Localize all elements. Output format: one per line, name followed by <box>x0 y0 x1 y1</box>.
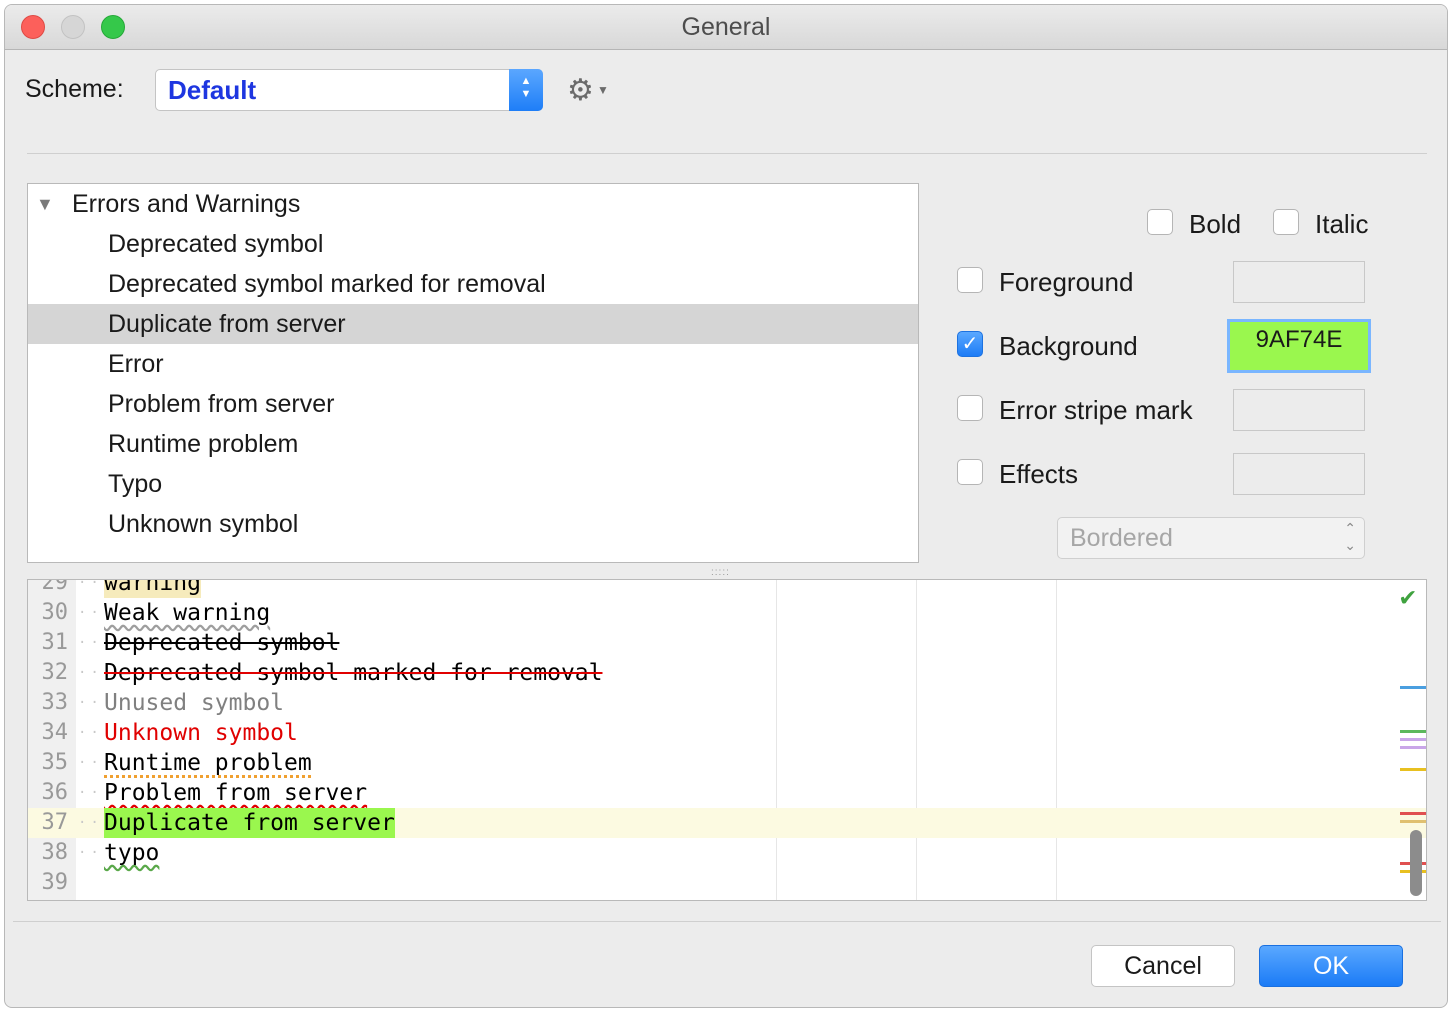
tree-item[interactable]: Runtime problem <box>28 424 918 464</box>
triangle-down-icon[interactable]: ▼ <box>36 184 54 224</box>
settings-dialog: General Scheme: Default ▲ ▼ ⚙ ▼ ▼ Errors … <box>4 4 1448 1008</box>
error-stripe-checkbox[interactable] <box>957 395 983 421</box>
code-line: 31 ·· Deprecated symbol <box>41 630 340 656</box>
window-title: General <box>681 13 771 41</box>
foreground-color-box[interactable] <box>1233 261 1365 303</box>
error-stripe-mark[interactable] <box>1400 812 1426 815</box>
code-line: 34 ·· Unknown symbol <box>41 720 298 746</box>
updown-arrows-icon: ⌃ ⌄ <box>1344 520 1356 553</box>
tree-group-errors-warnings[interactable]: ▼ Errors and Warnings <box>28 184 918 224</box>
tree-item-selected[interactable]: Duplicate from server <box>28 304 918 344</box>
code-line: 38 ·· typo <box>41 840 160 866</box>
foreground-checkbox[interactable] <box>957 267 983 293</box>
attribute-tree: ▼ Errors and Warnings Deprecated symbol … <box>27 183 919 563</box>
splitter-handle[interactable]: ::::: <box>711 567 730 578</box>
effects-label: Effects <box>999 459 1079 489</box>
effects-checkbox[interactable] <box>957 459 983 485</box>
ok-button[interactable]: OK <box>1259 945 1403 987</box>
gear-icon[interactable]: ⚙ <box>567 73 594 108</box>
background-color-box[interactable]: 9AF74E <box>1227 319 1371 373</box>
error-stripe-mark[interactable] <box>1400 746 1426 749</box>
error-stripe-mark[interactable] <box>1400 730 1426 733</box>
check-icon[interactable]: ✔ <box>1400 582 1416 612</box>
divider <box>27 153 1427 154</box>
effects-color-box[interactable] <box>1233 453 1365 495</box>
code-line: 36 ·· Problem from server <box>41 780 368 806</box>
background-label: Background <box>999 331 1138 361</box>
effect-type-select[interactable]: Bordered ⌃ ⌄ <box>1057 517 1365 559</box>
code-line: 39 <box>41 870 69 895</box>
error-stripe-mark[interactable] <box>1400 738 1426 741</box>
foreground-label: Foreground <box>999 267 1134 297</box>
bold-checkbox[interactable] <box>1147 209 1173 235</box>
code-line: 29 ·· warning <box>28 580 1426 598</box>
italic-label: Italic <box>1315 209 1369 239</box>
code-line: 32 ·· Deprecated symbol marked for remov… <box>41 660 603 686</box>
error-stripe-color-box[interactable] <box>1233 389 1365 431</box>
error-stripe-mark[interactable] <box>1400 686 1426 689</box>
scheme-select[interactable]: Default ▲ ▼ <box>155 69 543 111</box>
title-bar: General <box>5 5 1447 50</box>
scrollbar-thumb[interactable] <box>1410 830 1422 896</box>
tree-item[interactable]: Typo <box>28 464 918 504</box>
tree-item[interactable]: Deprecated symbol <box>28 224 918 264</box>
error-stripe-label: Error stripe mark <box>999 395 1193 425</box>
scheme-value: Default <box>168 75 257 105</box>
checkmark-icon: ✓ <box>961 333 979 355</box>
caret-down-icon[interactable]: ▼ <box>597 83 609 97</box>
background-checkbox[interactable]: ✓ <box>957 331 983 357</box>
bold-label: Bold <box>1189 209 1242 239</box>
tree-item[interactable]: Error <box>28 344 918 384</box>
tree-item[interactable]: Problem from server <box>28 384 918 424</box>
updown-arrows-icon: ▲ ▼ <box>509 69 543 111</box>
tree-item[interactable]: Deprecated symbol marked for removal <box>28 264 918 304</box>
divider <box>13 921 1441 922</box>
scheme-label: Scheme: <box>25 75 124 103</box>
code-line: 35 ·· Runtime problem <box>41 750 312 776</box>
error-stripe-mark[interactable] <box>1400 820 1426 823</box>
error-stripe-mark[interactable] <box>1400 768 1426 771</box>
cancel-button[interactable]: Cancel <box>1091 945 1235 987</box>
code-line-current: 37 ·· Duplicate from server <box>28 808 1426 838</box>
tree-item[interactable]: Unknown symbol <box>28 504 918 544</box>
code-line: 33 ·· Unused symbol <box>41 690 285 716</box>
code-line: 30 ·· Weak warning <box>41 600 271 626</box>
italic-checkbox[interactable] <box>1273 209 1299 235</box>
preview-editor[interactable]: 29 ·· warning 30 ·· Weak warning 31 ·· D… <box>27 579 1427 901</box>
